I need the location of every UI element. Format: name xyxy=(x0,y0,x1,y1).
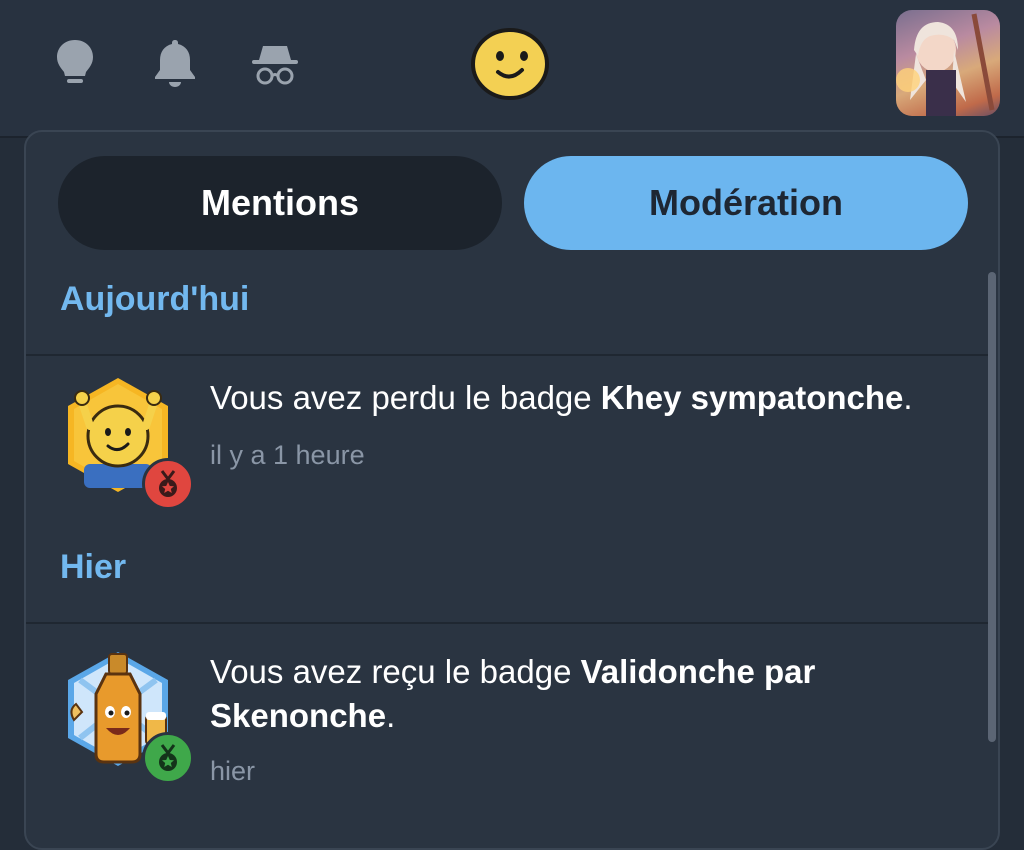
notification-item[interactable]: Vous avez reçu le badge Validonche par S… xyxy=(60,650,980,800)
top-bar xyxy=(0,0,1024,138)
scrollbar[interactable] xyxy=(988,272,996,742)
tab-moderation[interactable]: Modération xyxy=(524,156,968,250)
user-avatar[interactable] xyxy=(896,10,1000,116)
notification-time: hier xyxy=(210,756,256,786)
notifications-panel: Mentions Modération Aujourd'hui Vous ave… xyxy=(24,130,1000,850)
section-title-today: Aujourd'hui xyxy=(60,280,250,318)
tab-mentions[interactable]: Mentions xyxy=(58,156,502,250)
tab-bar: Mentions Modération xyxy=(58,156,970,250)
medal-icon xyxy=(142,458,194,510)
divider xyxy=(26,622,988,624)
notification-message: Vous avez reçu le badge Validonche par S… xyxy=(210,653,816,734)
lightbulb-icon[interactable] xyxy=(50,38,100,88)
notification-message: Vous avez perdu le badge Khey sympatonch… xyxy=(210,379,913,416)
section-title-yesterday: Hier xyxy=(60,548,127,586)
notification-time: il y a 1 heure xyxy=(210,440,365,470)
bell-icon[interactable] xyxy=(150,38,200,88)
incognito-icon[interactable] xyxy=(250,38,300,88)
notification-item[interactable]: Vous avez perdu le badge Khey sympatonch… xyxy=(60,376,980,516)
divider xyxy=(26,354,988,356)
medal-icon xyxy=(142,732,194,784)
badge-name: Khey sympatonche xyxy=(600,379,904,416)
smiley-logo[interactable] xyxy=(470,26,552,102)
